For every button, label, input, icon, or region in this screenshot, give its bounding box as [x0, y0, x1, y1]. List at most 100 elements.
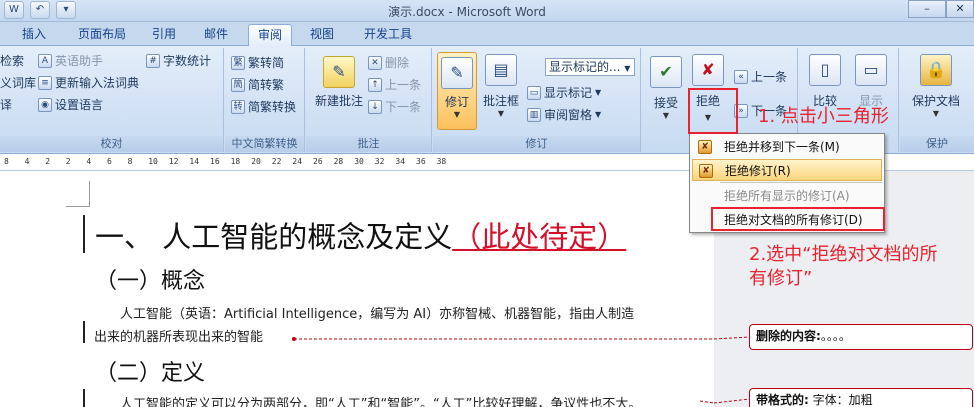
reject-change-icon: ✘: [699, 164, 713, 178]
menu-separator: [720, 182, 882, 183]
research-button[interactable]: 检索: [0, 52, 24, 70]
traditional-to-simplified-button[interactable]: 繁繁转简: [231, 54, 284, 72]
word-count-button[interactable]: # 字数统计: [146, 52, 211, 70]
chevron-down-icon: ▼: [932, 109, 940, 118]
reviewing-pane-icon: ▥: [527, 108, 541, 122]
menu-item-reject-all-shown[interactable]: 拒绝所有显示的修订(A): [692, 185, 882, 207]
tab-page-layout[interactable]: 页面布局: [70, 24, 134, 46]
menu-item-label: 拒绝并移到下一条(M): [724, 140, 840, 154]
menu-item-reject-change[interactable]: ✘ 拒绝修订(R): [692, 159, 882, 181]
ruler-tick-label: 30: [354, 157, 364, 166]
display-for-review-combo[interactable]: 显示标记的... ▼: [545, 58, 635, 76]
balloon-label: 带格式的:: [756, 393, 809, 407]
tab-review[interactable]: 审阅: [248, 24, 292, 46]
menu-item-label: 拒绝所有显示的修订(A): [724, 189, 850, 203]
comment-balloon-formatted[interactable]: 带格式的: 字体：加粗: [749, 388, 973, 407]
compare-button[interactable]: ▯ 比较: [805, 54, 845, 109]
highlight-reject-all-box: [711, 207, 885, 231]
ruler-tick-label: 16: [210, 157, 220, 166]
translate-label: 译: [0, 98, 13, 112]
group-label-tracking: 修订: [433, 136, 640, 152]
traditional-to-simplified-label: 繁转简: [248, 56, 285, 70]
ruler-tick-label: 24: [292, 157, 303, 166]
track-changes-icon: ✎: [441, 57, 473, 89]
tab-insert[interactable]: 插入: [14, 24, 54, 46]
set-language-label: 设置语言: [55, 98, 104, 112]
menu-item-reject-and-move-next[interactable]: ✘ 拒绝并移到下一条(M): [692, 136, 882, 158]
ribbon-tabs: 插入 页面布局 引用 邮件 审阅 视图 开发工具: [0, 22, 974, 46]
reject-change-icon: ✘: [692, 54, 724, 86]
ruler-tick-label: 2: [45, 157, 51, 166]
group-label-protect: 保护: [900, 136, 974, 152]
highlight-reject-button-box: [688, 88, 738, 134]
group-protect: 🔒 保护文档 ▼ 保护: [900, 48, 974, 152]
english-assistant-button[interactable]: A 英语助手: [38, 52, 103, 70]
tab-references[interactable]: 引用: [146, 24, 182, 46]
show-source-button[interactable]: ▭ 显示: [851, 54, 891, 109]
show-markup-button[interactable]: ▭ 显示标记 ▼: [527, 84, 601, 102]
reviewing-pane-button[interactable]: ▥ 审阅窗格 ▼: [527, 106, 601, 124]
ruler-tick-label: 4: [86, 157, 92, 166]
reject-move-next-icon: ✘: [698, 140, 712, 154]
window-title: 演示.docx - Microsoft Word: [388, 5, 546, 19]
lock-icon: 🔒: [920, 54, 952, 86]
accept-button[interactable]: ✔ 接受 ▼: [648, 56, 684, 121]
thesaurus-button[interactable]: 义词库: [0, 74, 36, 92]
previous-change-icon: «: [734, 70, 748, 84]
translate-button[interactable]: 译: [0, 96, 12, 114]
word-count-icon: #: [146, 54, 160, 68]
chinese-conversion-button[interactable]: 转简繁转换: [231, 98, 296, 116]
update-ime-dictionary-button[interactable]: ≡ 更新输入法词典: [38, 74, 139, 92]
balloons-button[interactable]: ▤ 批注框 ▼: [481, 54, 521, 119]
close-button[interactable]: ✕: [946, 0, 974, 18]
accept-change-icon: ✔: [650, 56, 682, 88]
new-comment-button[interactable]: ✎ 新建批注: [312, 56, 366, 109]
set-language-button[interactable]: ◉ 设置语言: [38, 96, 103, 114]
new-comment-icon: ✎: [323, 56, 355, 88]
ruler-tick-label: 20: [251, 157, 261, 166]
previous-comment-label: 上一条: [385, 78, 422, 92]
ruler-tick-label: 8: [127, 157, 133, 166]
delete-comment-icon: ✕: [368, 56, 382, 70]
chevron-down-icon: ▼: [624, 64, 631, 73]
reviewing-pane-label: 审阅窗格: [544, 108, 593, 122]
annotation-step-1: 1. 点击小三角形: [758, 106, 889, 127]
previous-comment-icon: ↑: [368, 78, 382, 92]
protect-document-label: 保护文档: [911, 94, 960, 108]
chevron-down-icon: ▼: [662, 111, 670, 120]
tab-view[interactable]: 视图: [304, 24, 340, 46]
previous-change-label: 上一条: [751, 70, 788, 84]
minimize-button[interactable]: –: [908, 0, 946, 18]
balloon-text: 字体：加粗: [812, 393, 873, 407]
dictionary-icon: ≡: [38, 76, 52, 90]
comment-balloon-deleted[interactable]: 删除的内容:。。。。: [749, 324, 973, 350]
annotation-step-2-line-1: 2.选中“拒绝对文档的所: [749, 244, 938, 265]
next-comment-button[interactable]: ↓ 下一条: [368, 98, 421, 116]
track-changes-button[interactable]: ✎ 修订 ▼: [437, 52, 477, 130]
accept-label: 接受: [653, 96, 678, 110]
chinese-conversion-icon: 转: [231, 100, 245, 114]
ruler-tick-label: 4: [24, 157, 30, 166]
show-markup-icon: ▭: [527, 86, 541, 100]
document-page[interactable]: 一、 人工智能的概念及定义（此处待定） （一）概念 人工智能（英语：Artifi…: [0, 171, 714, 407]
group-proofing: 检索 A 英语助手 # 字数统计 义词库 ≡ 更新输入法词典 译 ◉ 设置语言 校对: [0, 48, 224, 152]
new-comment-label: 新建批注: [314, 94, 363, 108]
next-comment-label: 下一条: [385, 100, 422, 114]
tab-developer[interactable]: 开发工具: [356, 24, 420, 46]
group-label-comments: 批注: [306, 136, 431, 152]
balloon-label: 删除的内容:: [756, 329, 821, 343]
protect-document-button[interactable]: 🔒 保护文档 ▼: [904, 54, 968, 119]
delete-comment-button[interactable]: ✕ 删除: [368, 54, 409, 72]
group-comments: ✎ 新建批注 ✕ 删除 ↑ 上一条 ↓ 下一条 批注: [306, 48, 432, 152]
menu-item-label: 拒绝修订(R): [725, 164, 791, 178]
tab-mailings[interactable]: 邮件: [198, 24, 234, 46]
previous-change-button[interactable]: «上一条: [734, 68, 787, 86]
ruler-tick-label: 36: [416, 157, 426, 166]
title-bar: W ↶ ▾ 演示.docx - Microsoft Word – ✕: [0, 0, 974, 22]
ruler-tick-label: 12: [168, 157, 179, 166]
simplified-to-traditional-button[interactable]: 簡简转繁: [231, 76, 284, 94]
chevron-down-icon: ▼: [595, 110, 602, 119]
ruler-tick-label: 10: [148, 157, 158, 166]
previous-comment-button[interactable]: ↑ 上一条: [368, 76, 421, 94]
group-label-chinese-conversion: 中文简繁转换: [225, 136, 304, 152]
